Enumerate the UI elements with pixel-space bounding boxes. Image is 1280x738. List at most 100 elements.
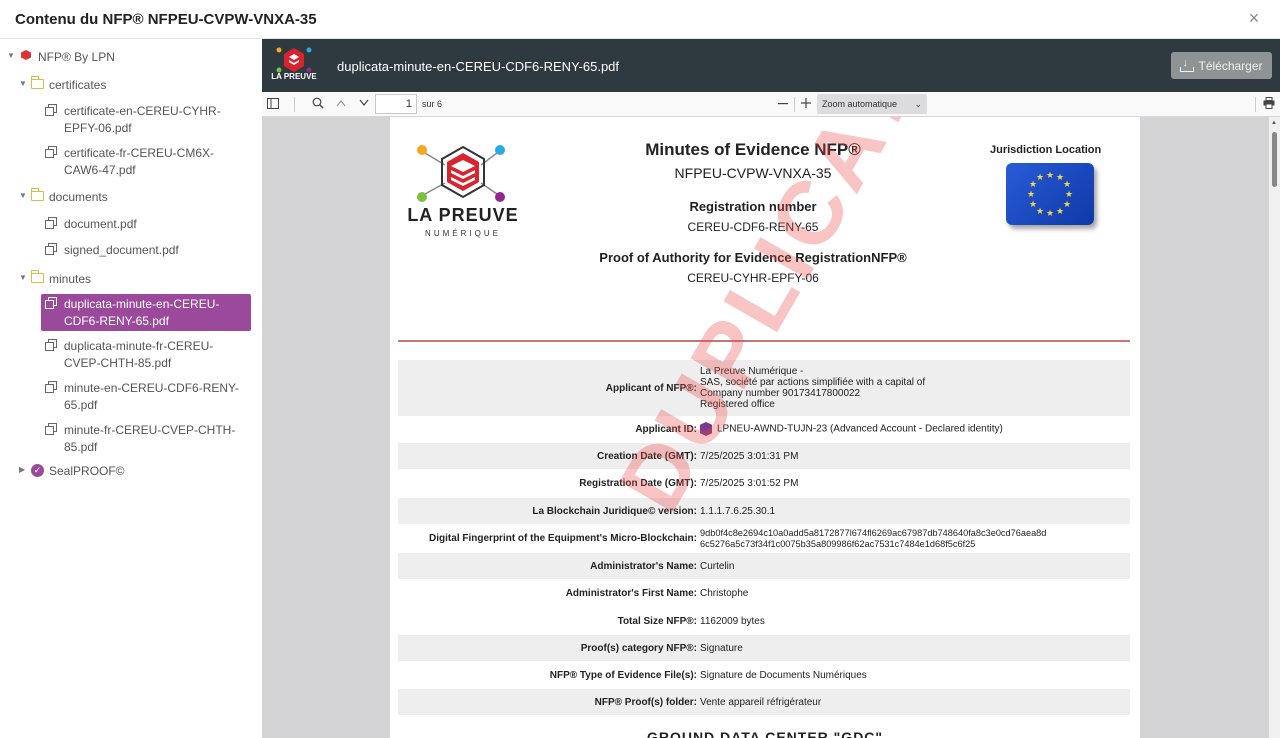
folder-icon bbox=[30, 76, 44, 89]
zoom-in-icon[interactable] bbox=[801, 98, 811, 108]
table-row: Administrator's First Name: Christophe bbox=[398, 580, 1130, 606]
tree-folder-minutes[interactable]: ▼ minutes bbox=[19, 270, 91, 288]
tree-file[interactable]: minute-en-CEREU-CDF6-RENY-65.pdf bbox=[41, 378, 251, 415]
pdf-viewer: LA PREUVE duplicata-minute-en-CEREU-CDF6… bbox=[262, 39, 1280, 738]
caret-right-icon[interactable]: ▶ bbox=[19, 463, 31, 477]
poa-value: CEREU-CYHR-EPFY-06 bbox=[687, 271, 819, 285]
caret-down-icon[interactable]: ▼ bbox=[19, 77, 31, 91]
applicant-line: La Preuve Numérique - bbox=[700, 366, 804, 377]
zoom-out-icon[interactable] bbox=[778, 103, 788, 105]
search-icon[interactable] bbox=[312, 97, 324, 109]
row-value: Curtelin bbox=[700, 560, 735, 572]
file-icon bbox=[45, 217, 57, 229]
toolbar-separator bbox=[1255, 97, 1256, 112]
chevron-down-icon[interactable] bbox=[359, 99, 369, 107]
chevron-up-icon[interactable] bbox=[336, 99, 346, 107]
seal-icon: ✓ bbox=[31, 464, 44, 477]
file-label: minute-en-CEREU-CDF6-RENY-65.pdf bbox=[64, 381, 239, 412]
jurisdiction-label: Jurisdiction Location bbox=[990, 144, 1102, 156]
file-label: signed_document.pdf bbox=[64, 243, 179, 257]
file-label: certificate-en-CEREU-CYHR-EPFY-06.pdf bbox=[64, 104, 221, 135]
folder-label: certificates bbox=[49, 78, 107, 92]
close-icon[interactable]: × bbox=[1246, 9, 1262, 27]
scroll-up-icon[interactable]: ▲ bbox=[1271, 120, 1277, 126]
row-label: Administrator's Name: bbox=[590, 560, 697, 572]
page-count-label: sur 6 bbox=[422, 99, 443, 109]
row-value: LPNEU-AWND-TUJN-23 (Advanced Account - D… bbox=[700, 422, 1130, 436]
tree-root[interactable]: ▼ NFP® By LPN bbox=[7, 49, 115, 66]
modal-title: Contenu du NFP® NFPEU-CVPW-VNXA-35 bbox=[15, 11, 317, 28]
tree-file[interactable]: certificate-fr-CEREU-CM6X-CAW6-47.pdf bbox=[41, 143, 251, 180]
download-label: Télécharger bbox=[1198, 58, 1263, 73]
applicant-id-value: LPNEU-AWND-TUJN-23 (Advanced Account - D… bbox=[717, 423, 1003, 435]
poa-label: Proof of Authority for Evidence Registra… bbox=[599, 250, 907, 265]
row-label: Digital Fingerprint of the Equipment's M… bbox=[429, 533, 697, 544]
lpn-logo: LA PREUVE NUMÉRIQUE bbox=[398, 139, 528, 239]
tree-file[interactable]: minute-fr-CEREU-CVEP-CHTH-85.pdf bbox=[41, 420, 251, 457]
row-value: 1.1.1.7.6.25.30.1 bbox=[700, 505, 776, 517]
svg-text:★: ★ bbox=[1046, 171, 1054, 181]
row-label: Proof(s) category NFP®: bbox=[580, 642, 697, 654]
file-icon bbox=[45, 297, 57, 309]
row-value: Signature bbox=[700, 642, 743, 654]
document-title: Minutes of Evidence NFP® bbox=[645, 140, 861, 159]
table-row: Applicant of NFP®: La Preuve Numérique -… bbox=[398, 360, 1130, 416]
caret-down-icon[interactable]: ▼ bbox=[7, 49, 19, 63]
page-number-input[interactable]: 1 bbox=[375, 94, 417, 114]
scroll-thumb[interactable] bbox=[1272, 132, 1277, 187]
applicant-line: Company number 90173417800022 bbox=[700, 388, 861, 399]
row-label: Applicant of NFP®: bbox=[605, 382, 697, 394]
tree-seal[interactable]: ▶ ✓ SealPROOF© bbox=[19, 463, 125, 480]
table-row: Administrator's Name: Curtelin bbox=[398, 553, 1130, 579]
folder-icon bbox=[30, 188, 44, 201]
caret-down-icon[interactable]: ▼ bbox=[19, 189, 31, 203]
zoom-value: Zoom automatique bbox=[822, 99, 898, 109]
tree-file[interactable]: duplicata-minute-fr-CEREU-CVEP-CHTH-85.p… bbox=[41, 336, 251, 373]
table-row: Registration Date (GMT): 7/25/2025 3:01:… bbox=[398, 470, 1130, 496]
viewer-scrollbar[interactable]: ▲ bbox=[1269, 117, 1280, 738]
applicant-line: Registered office bbox=[700, 399, 775, 410]
svg-text:★: ★ bbox=[1056, 207, 1064, 217]
row-label: Creation Date (GMT): bbox=[597, 450, 697, 462]
file-tree: ▼ NFP® By LPN ▼ certificates certificate… bbox=[0, 39, 262, 738]
table-row: Digital Fingerprint of the Equipment's M… bbox=[398, 524, 1130, 553]
row-label: NFP® Type of Evidence File(s): bbox=[549, 669, 697, 681]
table-row: Applicant ID: LPNEU-AWND-TUJN-23 (Advanc… bbox=[398, 416, 1130, 442]
section-heading: GROUND DATA CENTER "GDC" bbox=[646, 729, 884, 738]
row-value: 9db0f4c8e2694c10a0add5a8172877l674fl6269… bbox=[700, 528, 1130, 550]
tree-file[interactable]: document.pdf bbox=[41, 214, 251, 234]
chevron-down-icon: ⌄ bbox=[914, 99, 922, 109]
file-icon bbox=[45, 146, 57, 158]
row-value: 7/25/2025 3:01:31 PM bbox=[700, 450, 799, 462]
file-icon bbox=[45, 381, 57, 393]
toolbar-separator bbox=[794, 97, 795, 112]
folder-icon bbox=[30, 270, 44, 283]
tree-file-selected[interactable]: duplicata-minute-en-CEREU-CDF6-RENY-65.p… bbox=[41, 294, 251, 331]
caret-down-icon[interactable]: ▼ bbox=[19, 271, 31, 285]
row-label: Registration Date (GMT): bbox=[579, 477, 697, 489]
toolbar-separator bbox=[294, 97, 295, 112]
row-label: NFP® Proof(s) folder: bbox=[594, 696, 697, 708]
row-value: Christophe bbox=[700, 587, 749, 599]
zoom-select[interactable]: Zoom automatique ⌄ bbox=[817, 94, 927, 114]
tree-file[interactable]: signed_document.pdf bbox=[41, 240, 251, 260]
row-label: Total Size NFP®: bbox=[617, 615, 697, 627]
svg-text:★: ★ bbox=[1046, 209, 1054, 219]
viewer-header: LA PREUVE duplicata-minute-en-CEREU-CDF6… bbox=[262, 39, 1280, 92]
file-icon bbox=[45, 423, 57, 435]
file-label: document.pdf bbox=[64, 217, 137, 231]
sidebar-toggle-icon[interactable] bbox=[267, 98, 279, 109]
svg-text:★: ★ bbox=[1029, 200, 1037, 210]
divider bbox=[398, 340, 1130, 342]
tree-file[interactable]: certificate-en-CEREU-CYHR-EPFY-06.pdf bbox=[41, 101, 251, 138]
svg-text:★: ★ bbox=[1036, 173, 1044, 183]
row-value: Vente appareil réfrigérateur bbox=[700, 696, 822, 708]
print-icon[interactable] bbox=[1263, 97, 1275, 109]
file-label: duplicata-minute-fr-CEREU-CVEP-CHTH-85.p… bbox=[63, 339, 214, 370]
file-label: duplicata-minute-en-CEREU-CDF6-RENY-65.p… bbox=[64, 297, 220, 328]
tree-folder-certificates[interactable]: ▼ certificates bbox=[19, 76, 107, 94]
applicant-line: SAS, société par actions simplifiée with… bbox=[700, 377, 926, 388]
row-value: 1162009 bytes bbox=[700, 615, 765, 627]
download-button[interactable]: Télécharger bbox=[1171, 52, 1272, 79]
tree-folder-documents[interactable]: ▼ documents bbox=[19, 188, 108, 206]
